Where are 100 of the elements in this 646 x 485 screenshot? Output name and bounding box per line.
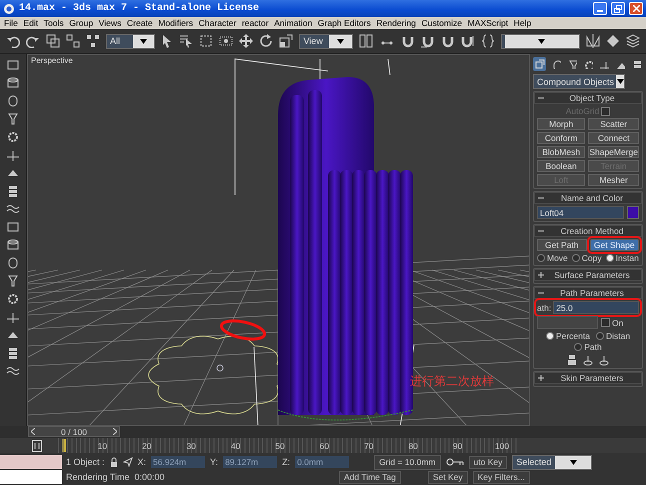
radio-option[interactable]: Instan (606, 253, 639, 263)
capsule-icon[interactable] (6, 94, 20, 108)
viewport[interactable]: Perspective 进行第二次放样 (27, 54, 530, 426)
align-icon[interactable] (606, 34, 620, 48)
object-type-button[interactable]: Mesher (588, 174, 639, 186)
category-dropdown[interactable]: Compound Objects (533, 74, 625, 89)
object-type-button[interactable]: ShapeMerge (588, 146, 639, 158)
selection-filter-dropdown[interactable]: All (106, 34, 156, 48)
menu-item[interactable]: MAXScript (468, 18, 508, 28)
cursor-icon[interactable] (122, 457, 133, 467)
named-selection-dropdown[interactable] (500, 34, 580, 48)
snap-checkbox[interactable]: On (601, 318, 624, 328)
radio-option[interactable]: Copy (572, 253, 602, 263)
rollout-header[interactable]: Path Parameters (534, 287, 642, 299)
stack-icon[interactable] (6, 184, 20, 198)
menu-item[interactable]: Help (514, 18, 532, 28)
add-time-tag-button[interactable]: Add Time Tag (339, 470, 401, 484)
menu-item[interactable]: Edit (23, 18, 38, 28)
key-filters-button[interactable]: Key Filters... (472, 470, 530, 484)
coordinate-field[interactable]: 89.127m (223, 456, 278, 468)
rollout-header[interactable]: Object Type (534, 92, 642, 104)
menu-item[interactable]: Graph Editors (318, 18, 371, 28)
mirror-icon[interactable] (586, 34, 600, 48)
creation-button[interactable]: Get Path (537, 239, 586, 251)
pivot-icon[interactable] (358, 33, 373, 49)
key-mode-dropdown[interactable]: Selected (512, 454, 592, 470)
region-select-icon[interactable] (199, 34, 214, 48)
object-type-button[interactable]: Scatter (588, 118, 639, 130)
move-icon[interactable] (239, 34, 254, 48)
previous-frame-icon[interactable] (31, 428, 35, 435)
curve-editor-icon[interactable] (32, 440, 42, 452)
menu-item[interactable]: Character (198, 18, 236, 28)
set-key-button[interactable]: Set Key (428, 470, 468, 484)
undo-icon[interactable] (6, 34, 20, 48)
rollout-header[interactable]: Name and Color (534, 192, 642, 204)
angle-magnet-icon[interactable] (420, 34, 435, 48)
auto-key-button[interactable]: uto Key (468, 456, 508, 468)
radio-option[interactable]: Percenta (546, 331, 590, 341)
coordinate-field[interactable]: 0.0mm (295, 456, 350, 468)
name-field[interactable]: Loft04 (537, 206, 624, 219)
cylinder-icon[interactable] (6, 76, 20, 90)
link-icon[interactable] (46, 34, 60, 48)
wave-icon[interactable] (6, 202, 20, 216)
key-icon[interactable] (446, 457, 464, 467)
rollout-header[interactable]: Creation Method (534, 225, 642, 237)
menu-item[interactable]: Views (98, 18, 122, 28)
select-icon[interactable] (161, 34, 174, 48)
shape-pick-icon[interactable] (567, 354, 577, 366)
menu-item[interactable]: Tools (44, 18, 64, 28)
close-button[interactable] (629, 2, 643, 15)
minimize-button[interactable] (593, 2, 607, 15)
reference-coordinate-dropdown[interactable]: View (299, 34, 353, 48)
snap-field[interactable] (537, 316, 598, 329)
rotate-icon[interactable] (259, 34, 274, 48)
layers-icon[interactable] (626, 34, 640, 48)
frame-counter[interactable]: 0 / 100 (28, 426, 120, 437)
previous-shape-icon[interactable] (583, 354, 593, 366)
menu-item[interactable]: File (4, 18, 18, 28)
scale-icon[interactable] (279, 34, 294, 48)
next-frame-icon[interactable] (113, 428, 117, 435)
unlink-icon[interactable] (66, 34, 80, 48)
object-type-button[interactable]: Boolean (537, 160, 586, 172)
menu-item[interactable]: Group (69, 18, 94, 28)
magnet-icon[interactable] (400, 34, 415, 48)
trackbar[interactable]: 10 20 30 40 50 60 70 80 90 100 (58, 438, 518, 453)
radio-option[interactable]: Move (537, 253, 568, 263)
menu-item[interactable]: reactor (242, 18, 269, 28)
app-icon[interactable] (3, 2, 15, 14)
coordinate-field[interactable]: 56.924m (151, 456, 206, 468)
redo-icon[interactable] (26, 34, 40, 48)
gear-icon[interactable] (6, 130, 20, 144)
rollout-header[interactable]: Surface Parameters (534, 269, 642, 281)
color-swatch[interactable] (627, 206, 639, 219)
box-icon[interactable] (6, 58, 20, 72)
rollout-header[interactable]: Skin Parameters (534, 372, 642, 384)
menu-item[interactable]: Customize (421, 18, 462, 28)
next-shape-icon[interactable] (599, 354, 609, 366)
time-marker[interactable] (62, 439, 66, 452)
object-type-button[interactable]: Connect (588, 132, 639, 144)
listener-field[interactable] (0, 455, 62, 469)
bind-icon[interactable] (86, 34, 100, 48)
creation-button[interactable]: Get Shape (590, 239, 639, 251)
object-type-button[interactable]: Conform (537, 132, 586, 144)
restore-button[interactable] (611, 2, 625, 15)
select-by-name-icon[interactable] (179, 34, 194, 48)
radio-option[interactable]: Distan (596, 331, 630, 341)
radio-option[interactable]: Path (574, 342, 602, 352)
menu-item[interactable]: Animation (274, 18, 312, 28)
lock-icon[interactable] (110, 457, 118, 467)
output-field[interactable] (0, 470, 62, 484)
curly-braces-icon[interactable] (480, 34, 495, 48)
spinner-magnet-icon[interactable] (460, 34, 475, 48)
menu-item[interactable]: Modifiers (158, 18, 194, 28)
window-crossing-icon[interactable] (219, 34, 234, 48)
percent-magnet-icon[interactable] (440, 34, 455, 48)
object-type-button[interactable]: BlobMesh (537, 146, 586, 158)
object-type-button[interactable]: Morph (537, 118, 586, 130)
menu-item[interactable]: Rendering (376, 18, 416, 28)
menu-item[interactable]: Create (126, 18, 153, 28)
modify-icon[interactable] (550, 59, 560, 69)
